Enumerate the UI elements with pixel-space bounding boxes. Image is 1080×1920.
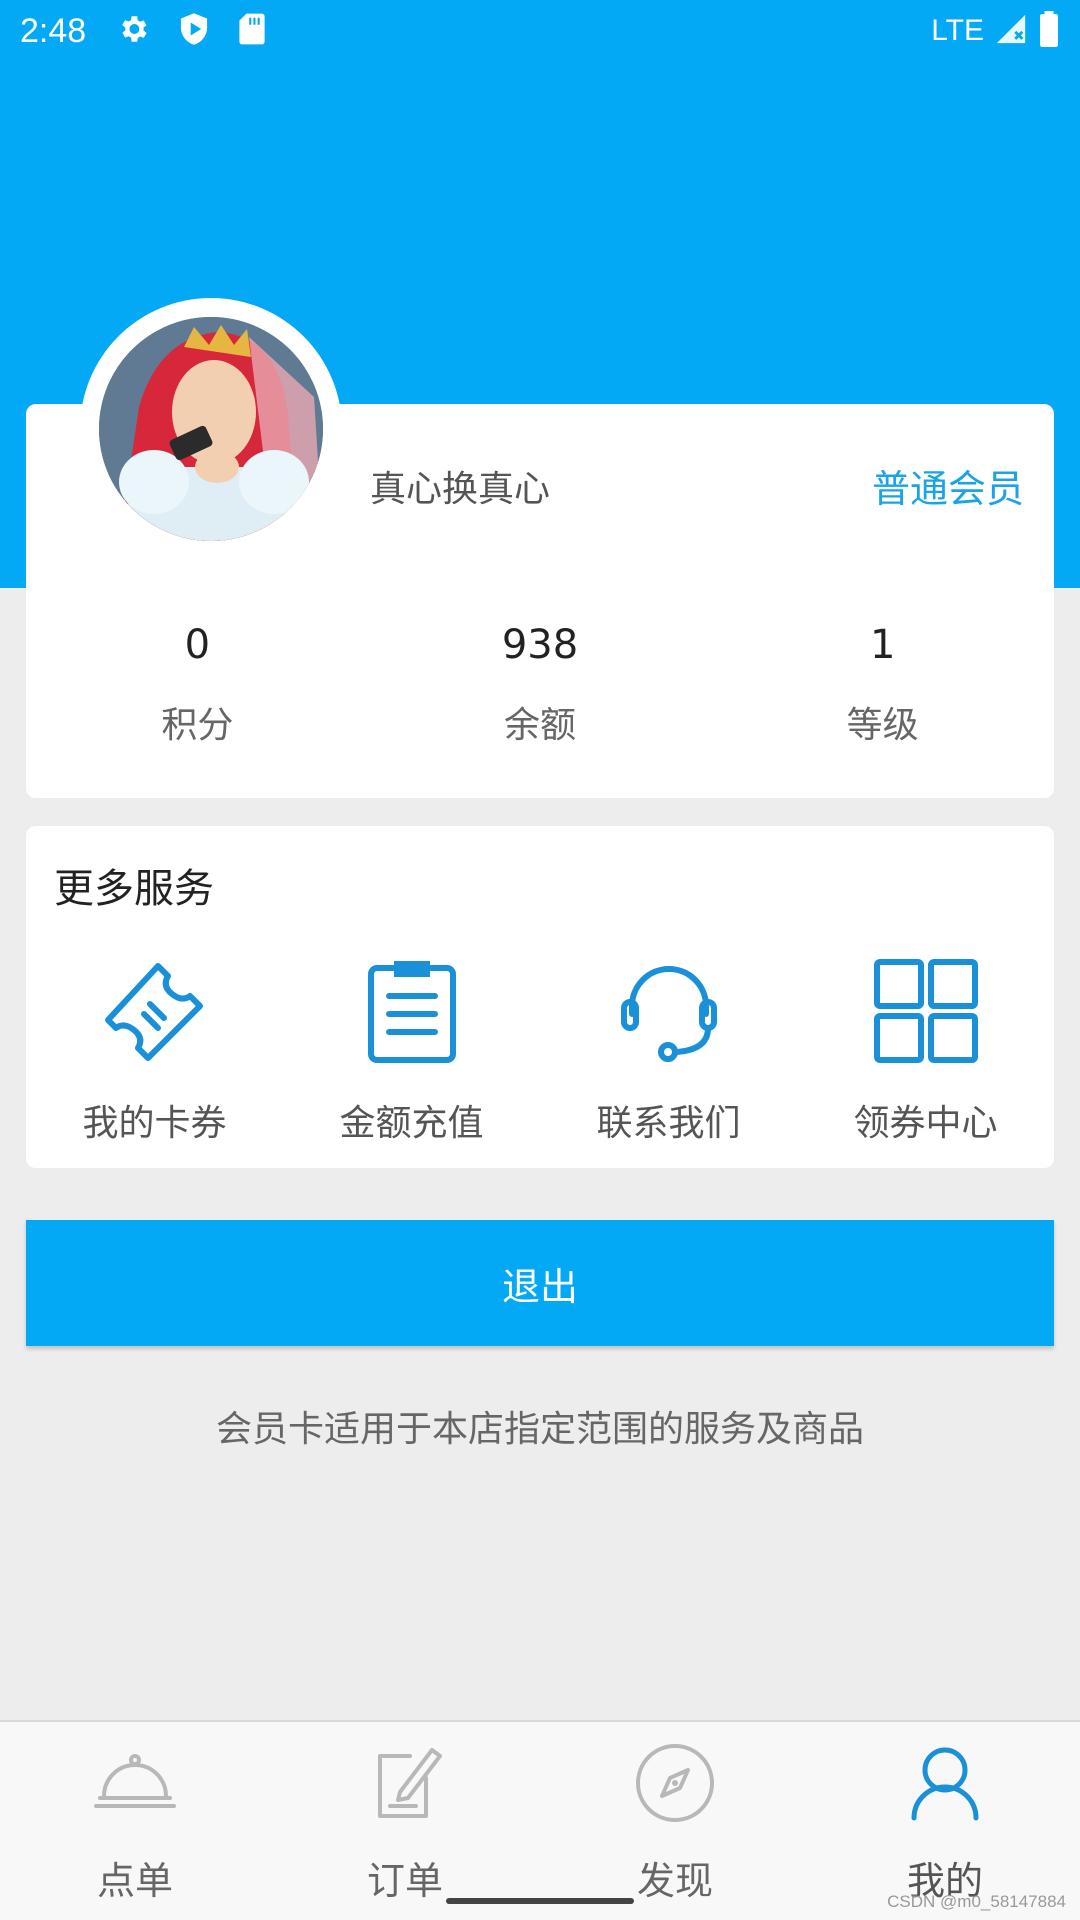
grid-icon	[871, 956, 981, 1070]
logout-button[interactable]: 退出	[26, 1220, 1054, 1346]
stat-level[interactable]: 1 等级	[711, 600, 1054, 760]
service-my-coupons[interactable]: 我的卡券	[26, 956, 283, 1146]
services-title: 更多服务	[54, 866, 214, 912]
sd-card-icon	[238, 12, 266, 50]
stat-balance[interactable]: 938 余额	[369, 600, 712, 760]
stats-row: 0 积分 938 余额 1 等级	[26, 600, 1054, 760]
tab-discover[interactable]: 发现	[540, 1722, 810, 1920]
battery-icon	[1038, 11, 1060, 51]
gear-icon	[116, 12, 150, 50]
stat-value: 0	[184, 622, 211, 668]
status-bar: 2:48 LTE	[0, 0, 1080, 62]
nickname: 真心换真心	[370, 469, 551, 510]
stat-label: 积分	[161, 705, 234, 746]
stat-value: 1	[869, 622, 896, 668]
services-card: 更多服务 我的卡券 金额充值 联系我们 领券中心	[26, 826, 1054, 1168]
signal-icon	[994, 12, 1028, 50]
network-type: LTE	[931, 14, 984, 47]
stat-value: 938	[501, 622, 579, 668]
home-indicator[interactable]	[446, 1898, 634, 1904]
clipboard-icon	[357, 956, 467, 1070]
shield-play-icon	[178, 12, 210, 50]
user-icon	[900, 1738, 990, 1832]
stat-label: 余额	[504, 705, 577, 746]
edit-note-icon	[360, 1738, 450, 1832]
service-label: 联系我们	[596, 1103, 741, 1144]
watermark: CSDN @m0_58147884	[887, 1892, 1066, 1911]
stat-label: 等级	[846, 705, 919, 746]
tab-label: 点单	[96, 1859, 173, 1903]
tab-order-food[interactable]: 点单	[0, 1722, 270, 1920]
avatar-image	[99, 317, 323, 541]
dish-cover-icon	[90, 1738, 180, 1832]
status-time: 2:48	[20, 11, 87, 50]
service-label: 领券中心	[853, 1103, 998, 1144]
tab-mine[interactable]: 我的	[810, 1722, 1080, 1920]
service-label: 金额充值	[339, 1103, 484, 1144]
service-coupon-center[interactable]: 领券中心	[797, 956, 1054, 1146]
bottom-tab-bar: 点单 订单 发现 我的	[0, 1720, 1080, 1920]
stat-points[interactable]: 0 积分	[26, 600, 369, 760]
service-contact-us[interactable]: 联系我们	[540, 956, 797, 1146]
compass-icon	[630, 1738, 720, 1832]
service-label: 我的卡券	[82, 1103, 227, 1144]
ticket-icon	[100, 956, 210, 1070]
service-recharge[interactable]: 金额充值	[283, 956, 540, 1146]
member-level-link[interactable]: 普通会员	[872, 458, 1024, 513]
headset-icon	[614, 956, 724, 1070]
tab-label: 发现	[636, 1859, 713, 1903]
tab-orders[interactable]: 订单	[270, 1722, 540, 1920]
avatar[interactable]	[80, 298, 342, 560]
tab-label: 订单	[366, 1859, 443, 1903]
membership-note: 会员卡适用于本店指定范围的服务及商品	[215, 1409, 864, 1450]
